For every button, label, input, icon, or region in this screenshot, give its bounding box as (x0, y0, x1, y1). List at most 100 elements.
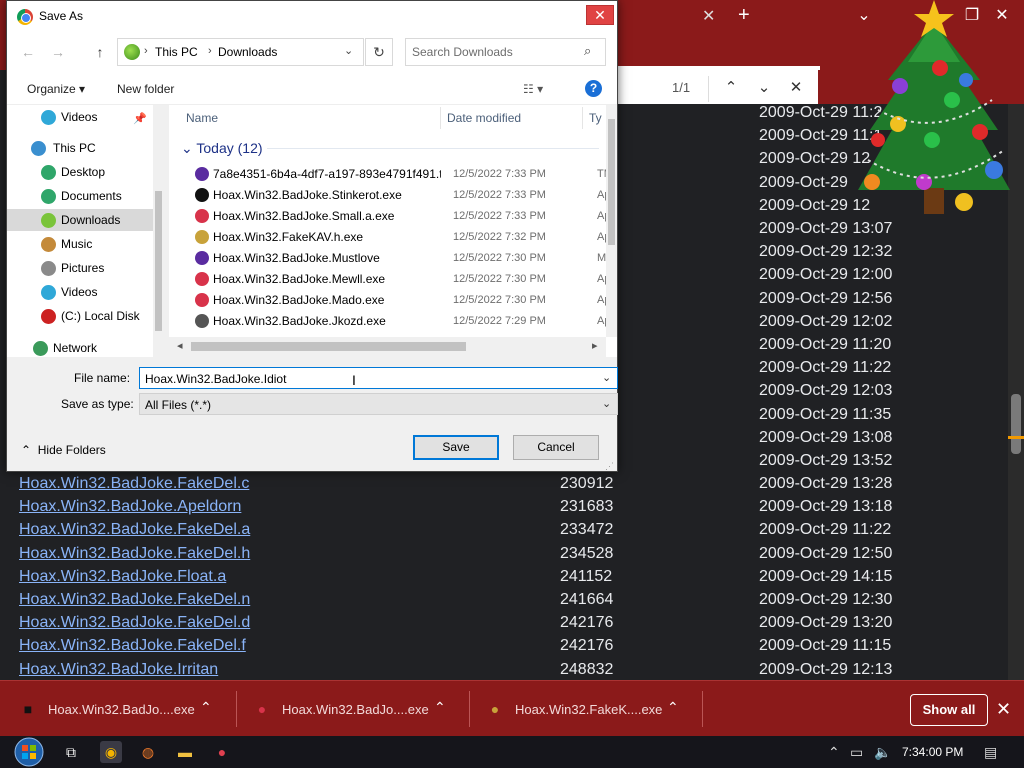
nav-item-downloads[interactable]: Downloads (7, 209, 153, 231)
file-row[interactable]: Hoax.Win32.BadJoke.Small.a.exe 12/5/2022 … (169, 206, 610, 227)
start-button[interactable] (12, 736, 46, 768)
pin-icon[interactable]: 📌 (133, 112, 147, 125)
tab-close-icon[interactable]: ✕ (702, 6, 715, 26)
breadcrumb-this-pc[interactable]: This PC (155, 45, 198, 59)
chrome-taskbar-icon[interactable]: ◉ (100, 741, 122, 763)
file-row[interactable]: Hoax.Win32.FakeKAV.h.exe 12/5/2022 7:32 P… (169, 227, 610, 248)
file-link[interactable]: Hoax.Win32.BadJoke.FakeDel.a (19, 521, 250, 539)
find-next-icon[interactable]: ⌄ (754, 78, 774, 98)
breadcrumb-downloads[interactable]: Downloads (218, 45, 277, 59)
file-row[interactable]: Hoax.Win32.BadJoke.Jkozd.exe 12/5/2022 7:… (169, 311, 610, 332)
chevron-up-icon[interactable]: ⌃ (667, 699, 679, 716)
nav-item-videos-quick[interactable]: Videos 📌 (7, 106, 153, 128)
file-explorer-icon[interactable]: ▬ (174, 741, 196, 763)
back-arrow-icon[interactable]: ← (19, 43, 37, 61)
save-type-select[interactable]: All Files (*.*) ⌄ (139, 393, 618, 415)
save-button[interactable]: Save (413, 435, 499, 460)
row-date: 2009-Oct-29 11:35 (759, 405, 892, 423)
file-list-hscrollbar[interactable]: ◂ ▸ (169, 337, 606, 357)
dialog-title-bar[interactable]: Save As ✕ (7, 1, 617, 32)
forward-arrow-icon[interactable]: → (49, 43, 67, 61)
network-tray-icon[interactable]: ▭ (850, 744, 863, 761)
file-row[interactable]: Hoax.Win32.BadJoke.Mado.exe 12/5/2022 7:3… (169, 290, 610, 311)
scrollbar-thumb[interactable] (1011, 394, 1021, 454)
file-size: 230912 (560, 475, 614, 492)
volume-icon[interactable]: 🔈 (874, 744, 891, 761)
file-link[interactable]: Hoax.Win32.BadJoke.FakeDel.n (19, 591, 250, 609)
tray-overflow-icon[interactable]: ⌃ (828, 744, 840, 761)
column-header-date[interactable]: Date modified (447, 111, 521, 125)
view-options-icon[interactable]: ☷ ▾ (523, 82, 543, 96)
dialog-close-button[interactable]: ✕ (586, 5, 614, 25)
file-row[interactable]: Hoax.Win32.BadJoke.Mustlove 12/5/2022 7:3… (169, 248, 606, 269)
file-name-field[interactable]: ⌄ (139, 367, 618, 389)
file-date: 12/5/2022 7:33 PM (453, 210, 546, 222)
find-prev-icon[interactable]: ⌃ (721, 78, 741, 98)
chevron-up-icon[interactable]: ⌃ (200, 699, 212, 716)
nav-pane-scrollbar[interactable] (153, 105, 164, 357)
firefox-taskbar-icon[interactable]: ◍ (137, 741, 159, 763)
column-divider[interactable] (440, 107, 441, 129)
address-bar[interactable]: › This PC › Downloads ⌄ (117, 38, 364, 66)
file-name-dropdown-icon[interactable]: ⌄ (602, 371, 611, 384)
download-item[interactable]: ● Hoax.Win32.BadJo....exe ⌃ (234, 681, 464, 737)
address-dropdown-icon[interactable]: ⌄ (344, 44, 353, 57)
task-view-icon[interactable]: ⧉ (60, 741, 82, 763)
scrollbar-thumb[interactable] (608, 119, 615, 245)
file-row[interactable]: Hoax.Win32.BadJoke.Mewll.exe 12/5/2022 7:… (169, 269, 610, 290)
nav-item-pictures[interactable]: Pictures (7, 257, 153, 279)
refresh-button[interactable]: ↻ (365, 38, 393, 66)
scrollbar-thumb[interactable] (191, 342, 466, 351)
scrollbar-thumb[interactable] (155, 191, 162, 331)
file-list-vscrollbar[interactable] (606, 105, 617, 337)
organize-button[interactable]: Organize ▾ (27, 82, 85, 96)
file-link[interactable]: Hoax.Win32.BadJoke.FakeDel.d (19, 614, 250, 632)
nav-item-desktop[interactable]: Desktop (7, 161, 153, 183)
resize-grip-icon[interactable]: ⋰ (605, 461, 614, 472)
cancel-button[interactable]: Cancel (513, 435, 599, 460)
stinkerot-icon: ■ (23, 701, 33, 717)
breadcrumb-chevron-icon[interactable]: › (144, 45, 148, 57)
download-item[interactable]: ● Hoax.Win32.FakeK....exe ⌃ (467, 681, 697, 737)
find-close-icon[interactable]: ✕ (786, 78, 806, 98)
file-link[interactable]: Hoax.Win32.BadJoke.FakeDel.h (19, 545, 250, 563)
nav-item-music[interactable]: Music (7, 233, 153, 255)
collapse-chevron-icon[interactable]: ⌄ (181, 140, 193, 156)
file-row[interactable]: 7a8e4351-6b4a-4df7-a197-893e4791f491.t..… (169, 164, 613, 185)
file-name-input[interactable] (145, 371, 585, 386)
new-folder-button[interactable]: New folder (117, 82, 174, 96)
notifications-icon[interactable]: ▤ (984, 744, 997, 761)
nav-item-network[interactable]: Network (7, 337, 153, 357)
download-shelf-close-icon[interactable]: ✕ (996, 699, 1011, 720)
search-input[interactable] (412, 44, 580, 60)
save-type-dropdown-icon[interactable]: ⌄ (602, 397, 611, 410)
file-link[interactable]: Hoax.Win32.BadJoke.Float.a (19, 568, 226, 586)
file-link[interactable]: Hoax.Win32.BadJoke.FakeDel.f (19, 637, 246, 655)
column-header-name[interactable]: Name (186, 111, 218, 125)
nav-item-this-pc[interactable]: This PC (7, 137, 153, 159)
column-header-type[interactable]: Ty (589, 111, 602, 125)
nav-item-documents[interactable]: Documents (7, 185, 153, 207)
group-header-today[interactable]: ⌄ Today (12) (181, 140, 263, 157)
help-icon[interactable]: ? (585, 80, 602, 97)
nav-item-videos[interactable]: Videos (7, 281, 153, 303)
hide-folders-toggle[interactable]: ⌃ Hide Folders (21, 443, 106, 457)
file-row[interactable]: Hoax.Win32.BadJoke.Stinkerot.exe 12/5/202… (169, 185, 610, 206)
nav-item-local-disk[interactable]: (C:) Local Disk (7, 305, 153, 327)
scroll-left-icon[interactable]: ◂ (177, 339, 183, 352)
file-icon (195, 230, 209, 244)
taskbar-clock[interactable]: 7:34:00 PM (902, 745, 963, 759)
download-item[interactable]: ■ Hoax.Win32.BadJo....exe ⌃ (0, 681, 230, 737)
show-all-button[interactable]: Show all (910, 694, 988, 726)
badjoke-taskbar-icon[interactable]: ● (211, 741, 233, 763)
breadcrumb-chevron-icon[interactable]: › (208, 45, 212, 57)
scroll-right-icon[interactable]: ▸ (592, 339, 598, 352)
file-link[interactable]: Hoax.Win32.BadJoke.Irritan (19, 661, 218, 679)
search-box[interactable]: ⌕ (405, 38, 606, 66)
column-divider[interactable] (582, 107, 583, 129)
up-arrow-icon[interactable]: ↑ (91, 43, 109, 61)
file-link[interactable]: Hoax.Win32.BadJoke.FakeDel.c (19, 475, 249, 493)
chevron-up-icon[interactable]: ⌃ (434, 699, 446, 716)
file-link[interactable]: Hoax.Win32.BadJoke.Apeldorn (19, 498, 241, 516)
new-tab-icon[interactable]: + (738, 4, 750, 27)
